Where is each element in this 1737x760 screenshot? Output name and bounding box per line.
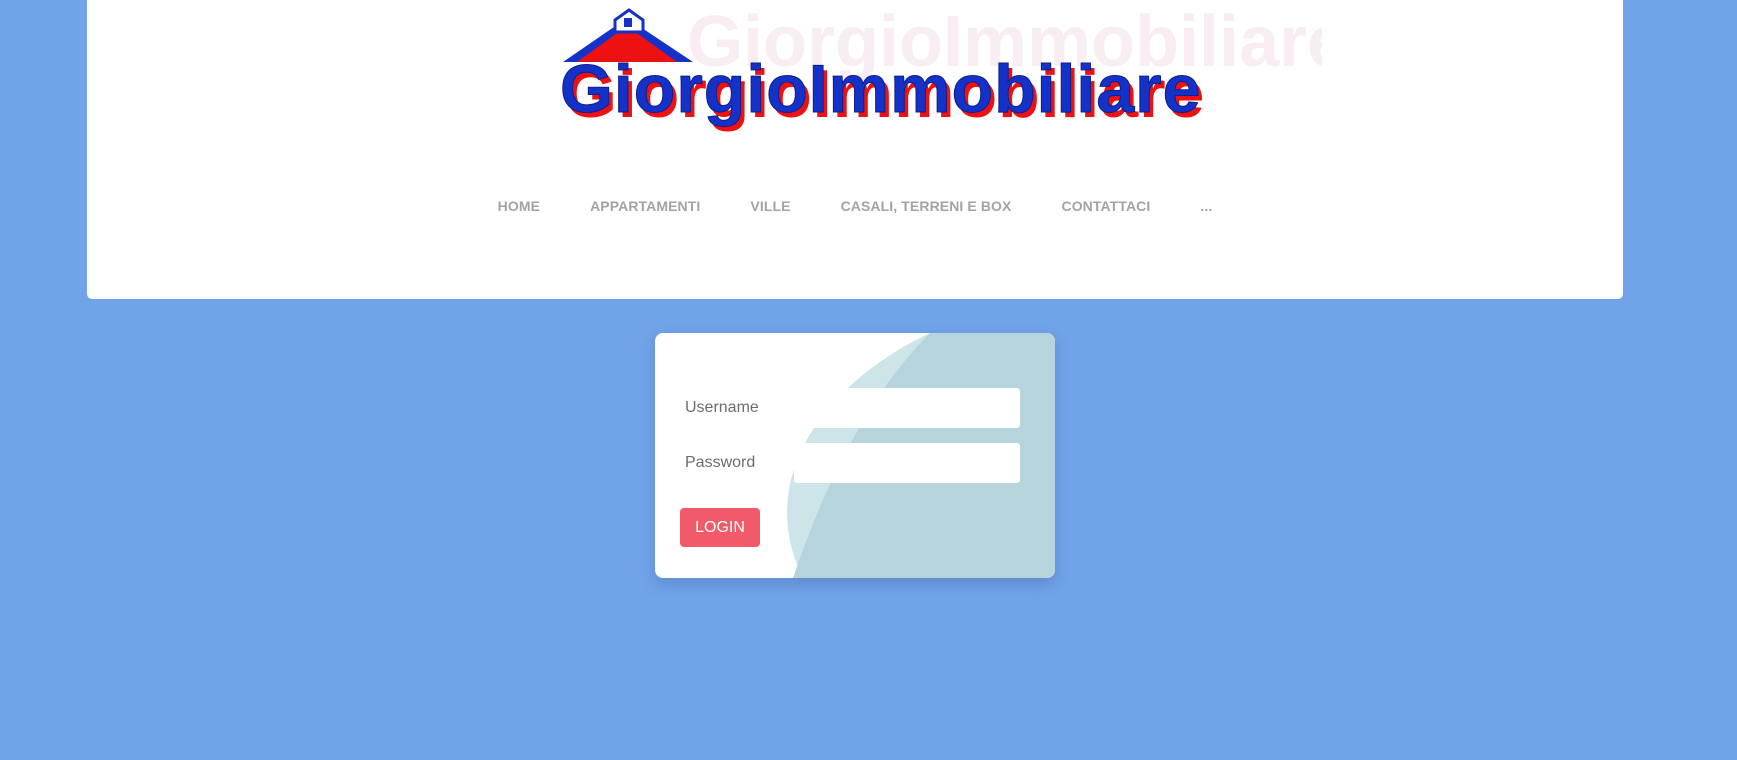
site-logo[interactable]: GiorgioImmobiliare GiorgioImmobiliare Gi… bbox=[557, 4, 1323, 134]
login-card: Username Password LOGIN bbox=[655, 333, 1055, 578]
username-label: Username bbox=[685, 399, 759, 416]
nav-item-casali-terreni-box[interactable]: CASALI, TERRENI E BOX bbox=[816, 198, 1037, 214]
main-nav: HOME APPARTAMENTI VILLE CASALI, TERRENI … bbox=[87, 198, 1623, 214]
nav-item-appartamenti[interactable]: APPARTAMENTI bbox=[565, 198, 725, 214]
site-header: GiorgioImmobiliare GiorgioImmobiliare Gi… bbox=[87, 0, 1623, 299]
logo-text: GiorgioImmobiliare bbox=[560, 51, 1201, 127]
password-label: Password bbox=[685, 454, 756, 471]
nav-item-more[interactable]: ... bbox=[1175, 198, 1212, 214]
password-input[interactable] bbox=[794, 443, 1020, 483]
nav-item-home[interactable]: HOME bbox=[498, 198, 565, 214]
nav-item-contattaci[interactable]: CONTATTACI bbox=[1036, 198, 1175, 214]
login-button[interactable]: LOGIN bbox=[680, 508, 760, 547]
username-row: Username bbox=[685, 388, 1020, 428]
username-input[interactable] bbox=[794, 388, 1020, 428]
password-row: Password bbox=[685, 443, 1020, 483]
nav-item-ville[interactable]: VILLE bbox=[725, 198, 815, 214]
